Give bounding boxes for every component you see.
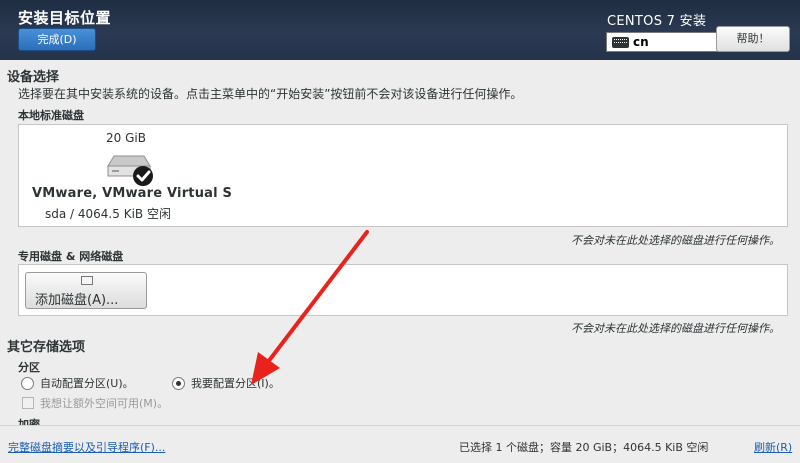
device-selection-heading: 设备选择 <box>7 70 60 85</box>
page-title: 安装目标位置 <box>18 9 112 27</box>
auto-partition-radio[interactable] <box>21 376 34 390</box>
manual-partition-option[interactable]: 我要配置分区(I)。 <box>172 375 280 391</box>
footer-bar: 完整磁盘摘要以及引导程序(F)... 已选择 1 个磁盘；容量 20 GiB；4… <box>0 425 800 463</box>
product-title: CENTOS 7 安装 <box>607 14 707 29</box>
full-disk-summary-link[interactable]: 完整磁盘摘要以及引导程序(F)... <box>8 439 165 455</box>
auto-partition-label: 自动配置分区(U)。 <box>40 377 134 390</box>
device-selection-description: 选择要在其中安装系统的设备。点击主菜单中的“开始安装”按钮前不会对该设备进行任何… <box>18 87 523 101</box>
encryption-heading-label: 加密 <box>18 418 40 425</box>
keyboard-layout-label: cn <box>633 35 649 49</box>
extra-space-checkbox[interactable] <box>22 397 34 409</box>
network-disk-icon <box>81 276 93 285</box>
encryption-heading: 加密 <box>18 416 58 425</box>
disk-name: VMware, VMware Virtual S <box>32 186 233 201</box>
special-disks-panel: 添加磁盘(A)... <box>18 264 788 316</box>
partitioning-heading: 分区 <box>18 361 40 374</box>
hard-disk-icon <box>107 155 153 186</box>
disk-item-sda[interactable]: 20 GiB VMware, VMware Virtual S sda / 40… <box>19 125 249 226</box>
disk-info: sda / 4064.5 KiB 空闲 <box>45 207 171 221</box>
add-disk-label: 添加磁盘(A)... <box>35 293 119 308</box>
local-disks-note: 不会对未在此处选择的磁盘进行任何操作。 <box>571 234 780 247</box>
local-disks-panel: 20 GiB VMware, VMware Virtual S sda / 40… <box>18 124 788 227</box>
local-disks-heading: 本地标准磁盘 <box>18 109 84 122</box>
header-bar: 安装目标位置 完成(D) CENTOS 7 安装 cn 帮助！ <box>0 0 800 60</box>
other-storage-heading: 其它存储选项 <box>7 340 86 355</box>
manual-partition-radio[interactable] <box>172 376 185 390</box>
help-button[interactable]: 帮助！ <box>716 26 790 52</box>
add-disk-button[interactable]: 添加磁盘(A)... <box>25 272 147 309</box>
extra-space-label: 我想让额外空间可用(M)。 <box>40 397 169 410</box>
selection-status: 已选择 1 个磁盘；容量 20 GiB；4064.5 KiB 空闲 <box>459 441 709 454</box>
keyboard-icon <box>612 36 629 48</box>
manual-partition-label: 我要配置分区(I)。 <box>191 377 280 390</box>
keyboard-layout-indicator[interactable]: cn <box>606 32 718 52</box>
extra-space-option[interactable]: 我想让额外空间可用(M)。 <box>22 395 168 411</box>
special-disks-note: 不会对未在此处选择的磁盘进行任何操作。 <box>571 322 780 335</box>
special-disks-heading: 专用磁盘 & 网络磁盘 <box>18 250 124 263</box>
done-button[interactable]: 完成(D) <box>18 28 96 51</box>
disk-size: 20 GiB <box>106 131 146 145</box>
refresh-link[interactable]: 刷新(R) <box>754 439 792 455</box>
auto-partition-option[interactable]: 自动配置分区(U)。 <box>21 375 134 391</box>
